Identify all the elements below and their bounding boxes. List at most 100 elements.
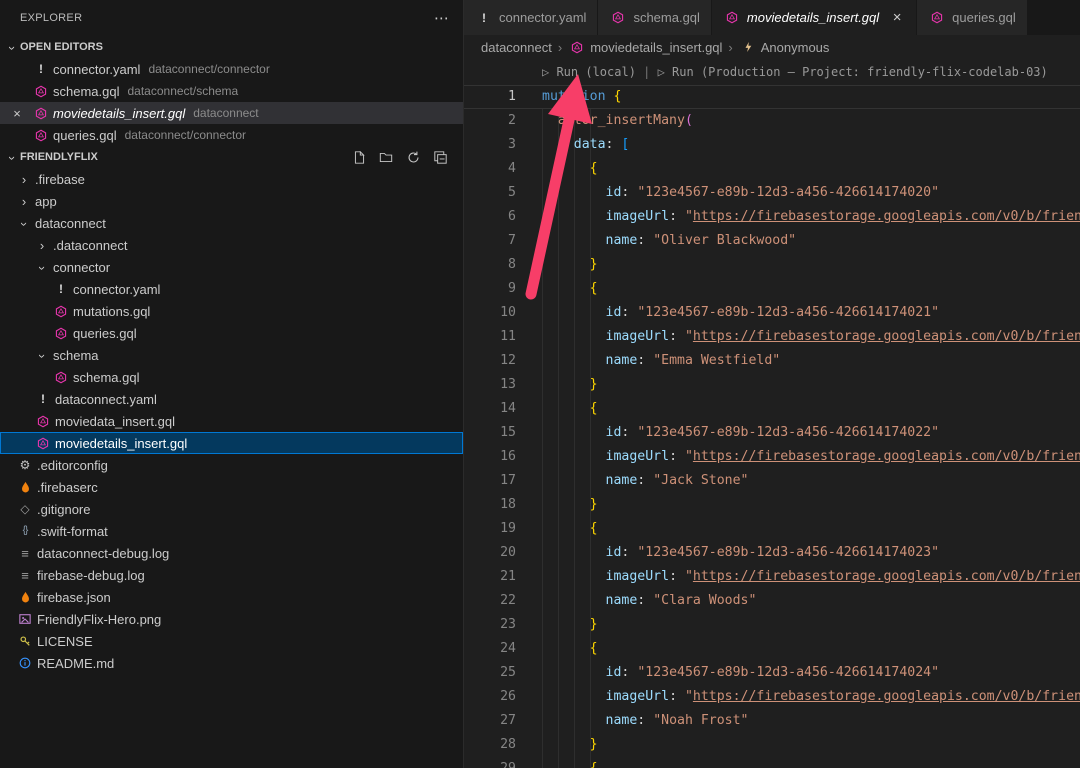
- workspace-folder-header[interactable]: › FRIENDLYFLIX: [0, 146, 463, 168]
- tree-file-connector.yaml[interactable]: !connector.yaml: [0, 278, 463, 300]
- line-number[interactable]: 28: [464, 733, 532, 757]
- tree-file-firebase-debug.log[interactable]: ≡firebase-debug.log: [0, 564, 463, 586]
- code-line[interactable]: 25 id: "123e4567-e89b-12d3-a456-42661417…: [464, 661, 1080, 685]
- tree-file-LICENSE[interactable]: LICENSE: [0, 630, 463, 652]
- new-file-icon[interactable]: [350, 149, 368, 165]
- line-number[interactable]: 22: [464, 589, 532, 613]
- line-number[interactable]: 13: [464, 373, 532, 397]
- more-actions-icon[interactable]: ⋯: [434, 11, 449, 26]
- line-number[interactable]: 7: [464, 229, 532, 253]
- line-number[interactable]: 4: [464, 157, 532, 181]
- line-number[interactable]: 5: [464, 181, 532, 205]
- code-line[interactable]: 26 imageUrl: "https://firebasestorage.go…: [464, 685, 1080, 709]
- line-number[interactable]: 23: [464, 613, 532, 637]
- code-line[interactable]: 18 }: [464, 493, 1080, 517]
- code-line[interactable]: 22 name: "Clara Woods": [464, 589, 1080, 613]
- line-number[interactable]: 15: [464, 421, 532, 445]
- code-line[interactable]: 9 {: [464, 277, 1080, 301]
- breadcrumb-item[interactable]: dataconnect: [481, 40, 552, 55]
- line-number[interactable]: 18: [464, 493, 532, 517]
- line-number[interactable]: 10: [464, 301, 532, 325]
- line-number[interactable]: 9: [464, 277, 532, 301]
- tree-folder-schema[interactable]: ›schema: [0, 344, 463, 366]
- code-line[interactable]: 14 {: [464, 397, 1080, 421]
- code-line[interactable]: 6 imageUrl: "https://firebasestorage.goo…: [464, 205, 1080, 229]
- tree-file-schema.gql[interactable]: schema.gql: [0, 366, 463, 388]
- tree-file-.editorconfig[interactable]: ⚙.editorconfig: [0, 454, 463, 476]
- line-number[interactable]: 2: [464, 109, 532, 133]
- code-line[interactable]: 4 {: [464, 157, 1080, 181]
- tree-folder-.firebase[interactable]: ›.firebase: [0, 168, 463, 190]
- line-number[interactable]: 19: [464, 517, 532, 541]
- code-line[interactable]: 17 name: "Jack Stone": [464, 469, 1080, 493]
- code-line[interactable]: 21 imageUrl: "https://firebasestorage.go…: [464, 565, 1080, 589]
- tree-file-README.md[interactable]: README.md: [0, 652, 463, 674]
- line-number[interactable]: 27: [464, 709, 532, 733]
- code-line[interactable]: 12 name: "Emma Westfield": [464, 349, 1080, 373]
- code-line[interactable]: 16 imageUrl: "https://firebasestorage.go…: [464, 445, 1080, 469]
- tree-file-moviedata_insert.gql[interactable]: moviedata_insert.gql: [0, 410, 463, 432]
- tree-file-.swift-format[interactable]: {}.swift-format: [0, 520, 463, 542]
- tree-file-moviedetails_insert.gql[interactable]: moviedetails_insert.gql: [0, 432, 463, 454]
- tree-folder-dataconnect[interactable]: ›dataconnect: [0, 212, 463, 234]
- code-line[interactable]: 13 }: [464, 373, 1080, 397]
- code-line[interactable]: 19 {: [464, 517, 1080, 541]
- code-line[interactable]: 7 name: "Oliver Blackwood": [464, 229, 1080, 253]
- run-production-link[interactable]: ▷ Run (Production – Project: friendly-fl…: [658, 65, 1048, 79]
- line-number[interactable]: 1: [464, 85, 532, 109]
- tree-folder-connector[interactable]: ›connector: [0, 256, 463, 278]
- collapse-all-icon[interactable]: [431, 149, 449, 165]
- tree-file-dataconnect.yaml[interactable]: !dataconnect.yaml: [0, 388, 463, 410]
- open-editor-item[interactable]: ×moviedetails_insert.gqldataconnect: [0, 102, 463, 124]
- open-editors-header[interactable]: › OPEN EDITORS: [0, 36, 463, 58]
- code-line[interactable]: 29 {: [464, 757, 1080, 768]
- close-icon[interactable]: ×: [889, 9, 905, 26]
- code-line[interactable]: 10 id: "123e4567-e89b-12d3-a456-42661417…: [464, 301, 1080, 325]
- line-number[interactable]: 6: [464, 205, 532, 229]
- line-number[interactable]: 24: [464, 637, 532, 661]
- refresh-icon[interactable]: [404, 149, 422, 165]
- code-line[interactable]: 27 name: "Noah Frost": [464, 709, 1080, 733]
- open-editor-item[interactable]: !connector.yamldataconnect/connector: [0, 58, 463, 80]
- tab-moviedetails_insert.gql[interactable]: moviedetails_insert.gql×: [712, 0, 917, 35]
- line-number[interactable]: 20: [464, 541, 532, 565]
- tree-file-dataconnect-debug.log[interactable]: ≡dataconnect-debug.log: [0, 542, 463, 564]
- close-icon[interactable]: ×: [8, 106, 26, 121]
- code-line[interactable]: 5 id: "123e4567-e89b-12d3-a456-426614174…: [464, 181, 1080, 205]
- code-line[interactable]: 1mutation {: [464, 85, 1080, 109]
- code-line[interactable]: 2 actor_insertMany(: [464, 109, 1080, 133]
- line-number[interactable]: 8: [464, 253, 532, 277]
- line-number[interactable]: 14: [464, 397, 532, 421]
- line-number[interactable]: 29: [464, 757, 532, 768]
- code-line[interactable]: 8 }: [464, 253, 1080, 277]
- line-number[interactable]: 12: [464, 349, 532, 373]
- run-local-link[interactable]: ▷ Run (local): [542, 65, 636, 79]
- new-folder-icon[interactable]: [377, 149, 395, 165]
- code-editor[interactable]: ▷ Run (local) | ▷ Run (Production – Proj…: [464, 59, 1080, 768]
- tree-file-.firebaserc[interactable]: .firebaserc: [0, 476, 463, 498]
- tab-connector.yaml[interactable]: !connector.yaml: [464, 0, 598, 35]
- line-number[interactable]: 21: [464, 565, 532, 589]
- tree-file-queries.gql[interactable]: queries.gql: [0, 322, 463, 344]
- breadcrumb-item[interactable]: moviedetails_insert.gql: [568, 39, 722, 55]
- breadcrumb-item[interactable]: Anonymous: [739, 39, 830, 55]
- tree-file-.gitignore[interactable]: ◇.gitignore: [0, 498, 463, 520]
- code-line[interactable]: 28 }: [464, 733, 1080, 757]
- line-number[interactable]: 17: [464, 469, 532, 493]
- code-line[interactable]: 23 }: [464, 613, 1080, 637]
- tree-file-firebase.json[interactable]: firebase.json: [0, 586, 463, 608]
- code-line[interactable]: 11 imageUrl: "https://firebasestorage.go…: [464, 325, 1080, 349]
- tab-queries.gql[interactable]: queries.gql: [917, 0, 1028, 35]
- code-line[interactable]: 3 data: [: [464, 133, 1080, 157]
- tree-file-mutations.gql[interactable]: mutations.gql: [0, 300, 463, 322]
- tab-schema.gql[interactable]: schema.gql: [598, 0, 711, 35]
- open-editor-item[interactable]: queries.gqldataconnect/connector: [0, 124, 463, 146]
- code-line[interactable]: 20 id: "123e4567-e89b-12d3-a456-42661417…: [464, 541, 1080, 565]
- open-editor-item[interactable]: schema.gqldataconnect/schema: [0, 80, 463, 102]
- code-line[interactable]: 15 id: "123e4567-e89b-12d3-a456-42661417…: [464, 421, 1080, 445]
- tree-file-FriendlyFlix-Hero.png[interactable]: FriendlyFlix-Hero.png: [0, 608, 463, 630]
- line-number[interactable]: 25: [464, 661, 532, 685]
- line-number[interactable]: 11: [464, 325, 532, 349]
- tree-folder-.dataconnect[interactable]: ›.dataconnect: [0, 234, 463, 256]
- tree-folder-app[interactable]: ›app: [0, 190, 463, 212]
